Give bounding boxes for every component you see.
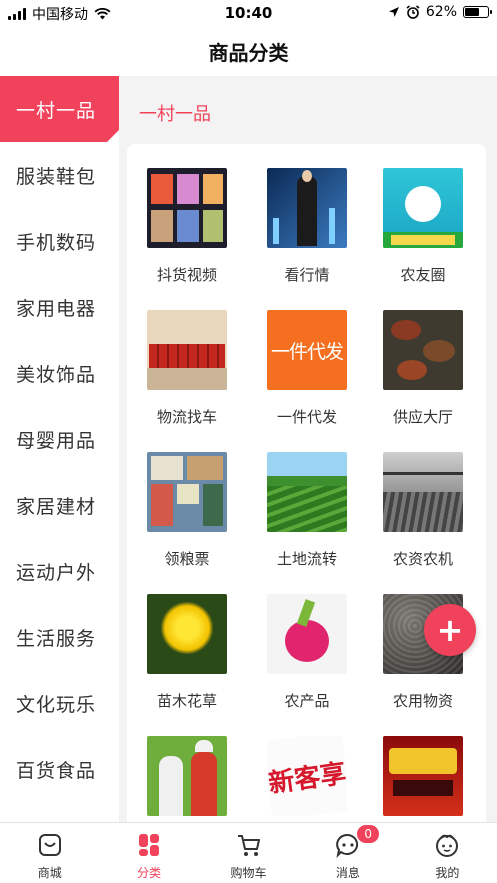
sidebar-item-label: 一村一品 bbox=[16, 99, 97, 122]
sidebar-item-label: 文化玩乐 bbox=[16, 693, 97, 716]
subcategory-label: 农友圈 bbox=[400, 266, 446, 284]
sidebar-item[interactable]: 一村一品 bbox=[0, 76, 119, 142]
crayfish-thumbnail bbox=[383, 310, 463, 390]
subcategory-label: 苗木花草 bbox=[156, 692, 217, 710]
tab-mall[interactable]: 商城 bbox=[0, 823, 99, 883]
subcategory-tile[interactable] bbox=[132, 736, 242, 816]
tea-field-thumbnail bbox=[267, 452, 347, 532]
subcategory-tile[interactable]: 土地流转 bbox=[252, 452, 362, 569]
subcategory-tile[interactable]: 看行情 bbox=[252, 168, 362, 285]
sidebar-item-label: 手机数码 bbox=[16, 231, 97, 254]
sidebar-item[interactable]: 美妆饰品 bbox=[0, 340, 119, 406]
page-title: 商品分类 bbox=[208, 40, 289, 65]
subcategory-label: 农用物资 bbox=[392, 692, 453, 710]
sidebar-item-label: 服装鞋包 bbox=[16, 165, 97, 188]
promo-thumbnail bbox=[383, 736, 463, 816]
subcategory-tile[interactable]: 供应大厅 bbox=[368, 310, 478, 427]
dragonfruit-thumbnail bbox=[267, 594, 347, 674]
subcategory-label: 抖货视频 bbox=[156, 266, 217, 284]
subcategory-tile[interactable]: 抖货视频 bbox=[132, 168, 242, 285]
stamps-thumbnail bbox=[147, 452, 227, 532]
dropship-thumbnail: 一件代发 bbox=[267, 310, 347, 390]
subcategory-tile[interactable]: 新客享 bbox=[252, 736, 362, 816]
sidebar-item-label: 美妆饰品 bbox=[16, 363, 97, 386]
sidebar-item-label: 百货食品 bbox=[16, 759, 97, 782]
subcategory-label: 供应大厅 bbox=[392, 408, 453, 426]
category-title: 一村一品 bbox=[139, 104, 211, 125]
add-button[interactable]: + bbox=[424, 604, 476, 656]
profile-icon bbox=[434, 832, 460, 864]
tab-message[interactable]: 消息 0 bbox=[298, 823, 397, 883]
tab-cart[interactable]: 购物车 bbox=[199, 823, 298, 883]
sidebar-item-label: 母婴用品 bbox=[16, 429, 97, 452]
sidebar-item[interactable]: 生活服务 bbox=[0, 604, 119, 670]
subcategory-tile[interactable]: 一件代发 一件代发 bbox=[252, 310, 362, 427]
subcategory-label: 农产品 bbox=[284, 692, 330, 710]
subcategory-label: 物流找车 bbox=[156, 408, 217, 426]
sidebar-item[interactable]: 服装鞋包 bbox=[0, 142, 119, 208]
subcategory-tile[interactable]: 农友圈 bbox=[368, 168, 478, 285]
sidebar-item[interactable]: 文化玩乐 bbox=[0, 670, 119, 736]
status-bar: 中国移动 10:40 62% bbox=[0, 0, 497, 26]
location-icon bbox=[388, 7, 399, 17]
subcategory-label: 看行情 bbox=[284, 266, 330, 284]
tab-category[interactable]: 分类 bbox=[99, 823, 198, 883]
irrigation-thumbnail bbox=[383, 452, 463, 532]
market-thumbnail bbox=[267, 168, 347, 248]
community-thumbnail bbox=[383, 168, 463, 248]
category-icon bbox=[136, 832, 162, 864]
sidebar-item[interactable]: 家居建材 bbox=[0, 472, 119, 538]
plus-icon: + bbox=[436, 611, 464, 649]
sidebar-item-label: 生活服务 bbox=[16, 627, 97, 650]
subcategory-tile[interactable]: 领粮票 bbox=[132, 452, 242, 569]
app-screen: 中国移动 10:40 62% 商品分类 一村一品服装鞋包手机数码家用电器美妆饰品… bbox=[0, 0, 497, 883]
trucks-thumbnail bbox=[147, 310, 227, 390]
sidebar-item[interactable]: 运动户外 bbox=[0, 538, 119, 604]
nav-bar: 商品分类 bbox=[0, 26, 497, 76]
subcategory-label: 一件代发 bbox=[276, 408, 337, 426]
subcategory-label: 农资农机 bbox=[392, 550, 453, 568]
new-customer-thumbnail: 新客享 bbox=[267, 736, 347, 816]
tab-label: 购物车 bbox=[230, 866, 267, 880]
sidebar-item[interactable]: 母婴用品 bbox=[0, 406, 119, 472]
sidebar-item-label: 运动户外 bbox=[16, 561, 97, 584]
tab-label: 消息 bbox=[335, 866, 360, 880]
tab-label: 分类 bbox=[137, 866, 162, 880]
subcategory-card: 抖货视频 看行情 农友圈 物流找车 一件代发 一件代发 供应大厅 领粮票 土地流转 农资农机 苗木花… bbox=[127, 144, 486, 834]
tab-label: 我的 bbox=[435, 866, 460, 880]
sidebar-item[interactable]: 家用电器 bbox=[0, 274, 119, 340]
subcategory-label: 土地流转 bbox=[276, 550, 337, 568]
battery-percent: 62% bbox=[425, 4, 457, 20]
unread-badge: 0 bbox=[357, 825, 380, 843]
sidebar-item[interactable]: 手机数码 bbox=[0, 208, 119, 274]
tab-bar: 商城 分类 购物车 消息 0 我的 bbox=[0, 822, 497, 883]
category-content: 一村一品 抖货视频 看行情 农友圈 物流找车 一件代发 一件代发 供应大厅 领粮票 土地流转 农资… bbox=[119, 76, 497, 834]
subcategory-tile[interactable] bbox=[368, 736, 478, 816]
workers-thumbnail bbox=[147, 736, 227, 816]
battery-icon bbox=[463, 6, 492, 18]
sidebar-item-label: 家居建材 bbox=[16, 495, 97, 518]
subcategory-tile[interactable]: 农资农机 bbox=[368, 452, 478, 569]
subcategory-label: 领粮票 bbox=[164, 550, 210, 568]
subcategory-tile[interactable]: 农产品 bbox=[252, 594, 362, 711]
sidebar-item[interactable]: 百货食品 bbox=[0, 736, 119, 802]
tab-profile[interactable]: 我的 bbox=[398, 823, 497, 883]
cart-icon bbox=[236, 832, 262, 864]
chrysanthemum-thumbnail bbox=[147, 594, 227, 674]
subcategory-tile[interactable]: 苗木花草 bbox=[132, 594, 242, 711]
sidebar-item-label: 家用电器 bbox=[16, 297, 97, 320]
subcategory-tile[interactable]: 物流找车 bbox=[132, 310, 242, 427]
video-thumbnail bbox=[147, 168, 227, 248]
category-sidebar: 一村一品服装鞋包手机数码家用电器美妆饰品母婴用品家居建材运动户外生活服务文化玩乐… bbox=[0, 76, 119, 822]
mall-icon bbox=[37, 832, 63, 864]
tab-label: 商城 bbox=[37, 866, 62, 880]
alarm-icon bbox=[406, 5, 420, 19]
